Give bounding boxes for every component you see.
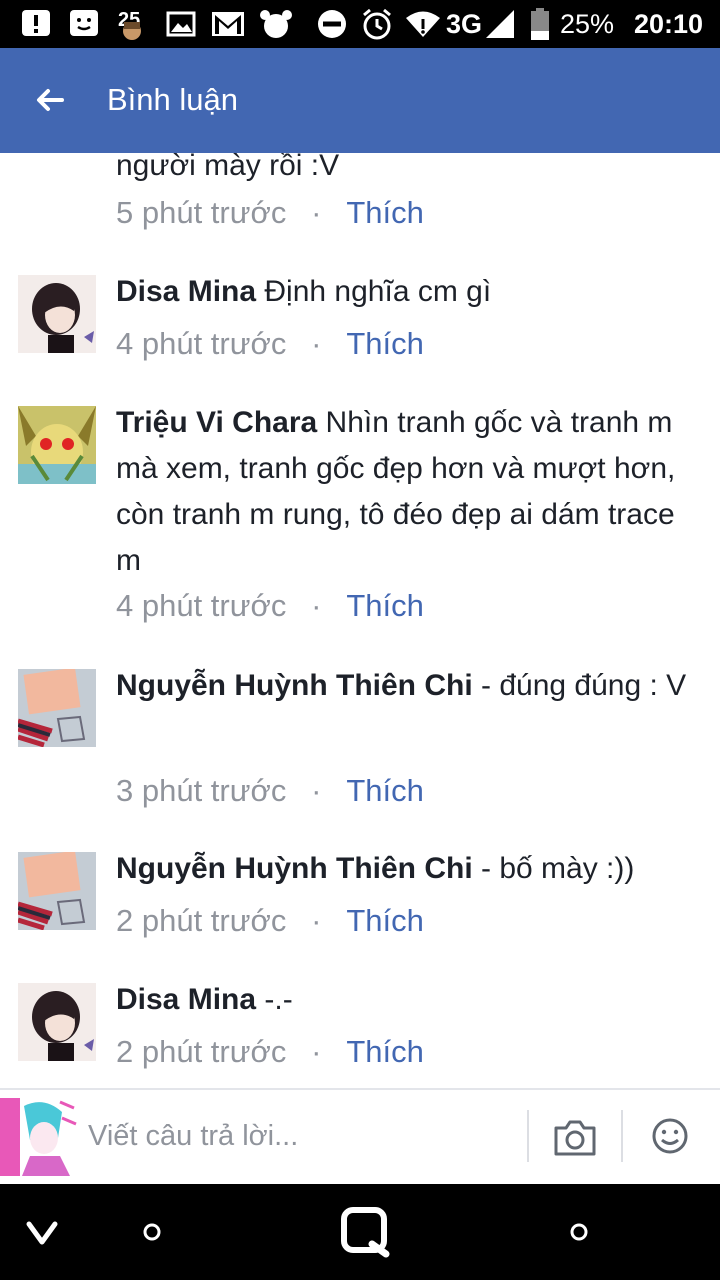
status-bar: 25 3G 25% 20:10 <box>0 0 720 48</box>
like-button[interactable]: Thích <box>346 773 424 808</box>
comment-message: người mày rồi :V <box>116 153 340 182</box>
comment-author[interactable]: Nguyễn Huỳnh Thiên Chi <box>116 852 473 885</box>
comment-time: 4 phút trước <box>116 588 287 623</box>
comment-text: Disa Mina Định nghĩa cm gì <box>116 269 706 315</box>
reply-bar <box>0 1088 720 1186</box>
separator-dot: · <box>311 195 322 230</box>
comment-text: Triệu Vi Chara Nhìn tranh gốc và tranh m… <box>116 400 706 584</box>
messenger-icon <box>68 8 100 40</box>
clock-time: 20:10 <box>634 9 704 39</box>
page-title: Bình luận <box>107 82 238 117</box>
app-header: Bình luận <box>0 48 720 153</box>
comment-text: Nguyễn Huỳnh Thiên Chi - bố mày :)) <box>116 846 706 892</box>
like-button[interactable]: Thích <box>346 588 424 623</box>
alert-icon <box>20 8 52 40</box>
comment-text: người mày rồi :V <box>116 153 706 189</box>
camera-icon[interactable] <box>552 1118 598 1158</box>
comment-text: Nguyễn Huỳnh Thiên Chi - đúng đúng : V <box>116 663 706 709</box>
nav-back-icon[interactable] <box>24 1214 60 1250</box>
comment-time: 3 phút trước <box>116 773 287 808</box>
network-type: 3G <box>446 9 483 39</box>
smile-icon[interactable] <box>650 1116 690 1156</box>
gmail-icon <box>210 8 246 40</box>
comment-author[interactable]: Disa Mina <box>116 983 256 1016</box>
dnd-icon <box>316 8 348 40</box>
comment-meta: 4 phút trước · Thích <box>116 586 424 626</box>
disa-avatar[interactable] <box>18 275 96 353</box>
user-avatar <box>0 1098 78 1176</box>
comment-time: 4 phút trước <box>116 326 287 361</box>
separator-dot: · <box>311 773 322 808</box>
nav-search-icon[interactable] <box>340 1206 392 1258</box>
reply-input[interactable] <box>88 1114 518 1158</box>
comment-message: - bố mày :)) <box>481 852 635 885</box>
system-nav-bar <box>0 1184 720 1280</box>
comment-meta: 2 phút trước · Thích <box>116 901 424 941</box>
comment-time: 2 phút trước <box>116 903 287 938</box>
nav-recent-icon[interactable] <box>567 1220 591 1244</box>
alarm-icon <box>258 8 294 40</box>
comments-list[interactable]: người mày rồi :V 5 phút trước · Thích Disa… <box>0 153 720 1088</box>
comment-author[interactable]: Triệu Vi Chara <box>116 406 317 439</box>
separator-dot: · <box>311 1034 322 1069</box>
comment-author[interactable]: Nguyễn Huỳnh Thiên Chi <box>116 669 473 702</box>
signal-icon <box>484 8 516 40</box>
nav-home-icon[interactable] <box>140 1220 164 1244</box>
battery-icon <box>530 8 550 40</box>
comment-text: Disa Mina -.- <box>116 977 706 1023</box>
comment-time: 2 phút trước <box>116 1034 287 1069</box>
like-button[interactable]: Thích <box>346 903 424 938</box>
wifi-icon <box>404 8 442 40</box>
comment-meta: 3 phút trước · Thích <box>116 771 424 811</box>
trieu-avatar[interactable] <box>18 406 96 484</box>
chi-avatar[interactable] <box>18 669 96 747</box>
back-arrow-icon[interactable] <box>28 80 72 120</box>
separator-dot: · <box>311 326 322 361</box>
chi-avatar[interactable] <box>18 852 96 930</box>
clock-icon <box>360 8 394 40</box>
comment-meta: 4 phút trước · Thích <box>116 324 424 364</box>
divider <box>621 1110 623 1162</box>
separator-dot: · <box>311 588 322 623</box>
comment-meta: 5 phút trước · Thích <box>116 193 424 233</box>
gallery-icon <box>166 8 196 40</box>
battery-percent: 25% <box>560 9 615 39</box>
comment-message: -.- <box>264 983 293 1016</box>
comment-message: - đúng đúng : V <box>481 669 687 702</box>
like-button[interactable]: Thích <box>346 195 424 230</box>
like-button[interactable]: Thích <box>346 1034 424 1069</box>
divider <box>527 1110 529 1162</box>
like-button[interactable]: Thích <box>346 326 424 361</box>
comment-time: 5 phút trước <box>116 195 287 230</box>
comment-author[interactable]: Disa Mina <box>116 275 256 308</box>
comment-message: Định nghĩa cm gì <box>264 275 492 308</box>
separator-dot: · <box>311 903 322 938</box>
disa-avatar[interactable] <box>18 983 96 1061</box>
comment-meta: 2 phút trước · Thích <box>116 1032 424 1072</box>
character-icon <box>118 20 146 42</box>
